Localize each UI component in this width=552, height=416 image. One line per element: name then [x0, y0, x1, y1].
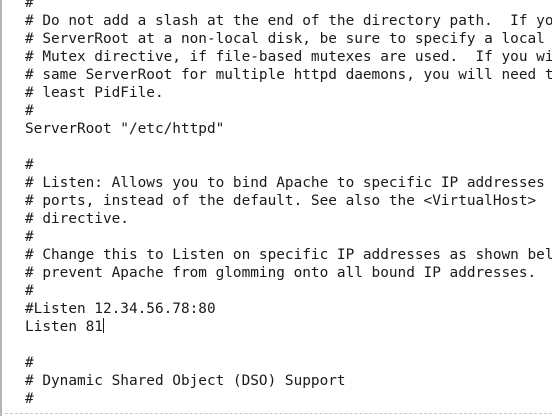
editor-line[interactable]: # prevent Apache from glomming onto all … — [25, 264, 552, 282]
editor-line[interactable]: # — [25, 282, 552, 300]
editor-line[interactable]: # Dynamic Shared Object (DSO) Support — [25, 372, 552, 390]
editor-line[interactable] — [25, 138, 552, 156]
editor-text-area[interactable]: # # Do not add a slash at the end of the… — [25, 0, 552, 408]
editor-line[interactable]: # — [25, 390, 552, 408]
editor-line[interactable]: # — [25, 228, 552, 246]
terminal-window[interactable]: # # Do not add a slash at the end of the… — [0, 0, 552, 416]
editor-line[interactable]: #Listen 12.34.56.78:80 — [25, 300, 552, 318]
editor-line[interactable]: # ports, instead of the default. See als… — [25, 192, 552, 210]
editor-line-current[interactable]: Listen 81 — [25, 318, 552, 336]
current-line-text: Listen 81 — [25, 319, 103, 335]
status-separator — [0, 413, 552, 414]
editor-line[interactable]: ServerRoot "/etc/httpd" — [25, 120, 552, 138]
editor-line[interactable]: # same ServerRoot for multiple httpd dae… — [25, 66, 552, 84]
editor-line[interactable]: # least PidFile. — [25, 84, 552, 102]
editor-line[interactable]: # — [25, 156, 552, 174]
editor-line[interactable]: # — [25, 0, 552, 12]
editor-line[interactable]: # Do not add a slash at the end of the d… — [25, 12, 552, 30]
editor-line[interactable]: # — [25, 102, 552, 120]
text-cursor — [102, 318, 104, 333]
window-left-border — [0, 0, 2, 416]
editor-line[interactable]: # directive. — [25, 210, 552, 228]
editor-line[interactable] — [25, 336, 552, 354]
editor-line[interactable]: # Listen: Allows you to bind Apache to s… — [25, 174, 552, 192]
editor-line[interactable]: # ServerRoot at a non-local disk, be sur… — [25, 30, 552, 48]
editor-line[interactable]: # Change this to Listen on specific IP a… — [25, 246, 552, 264]
editor-line[interactable]: # Mutex directive, if file-based mutexes… — [25, 48, 552, 66]
editor-line[interactable]: # — [25, 354, 552, 372]
